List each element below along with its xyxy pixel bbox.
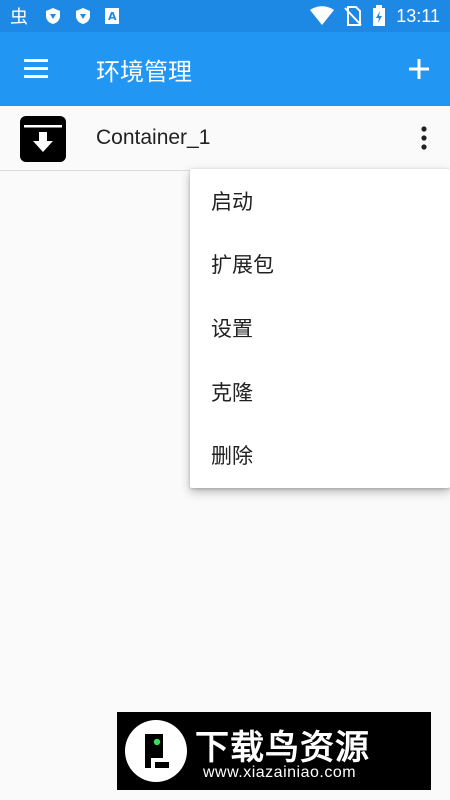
status-time: 13:11 [396,5,440,26]
watermark-banner: 下载鸟资源 www.xiazainiao.com [117,712,431,790]
bird-logo-icon [125,720,187,782]
menu-item-clone[interactable]: 克隆 [190,360,450,424]
wifi-icon [310,6,335,25]
archive-download-icon [20,116,66,162]
plus-icon [409,59,429,79]
add-container-button[interactable] [402,52,436,86]
bug-icon: 虫 [10,7,28,26]
status-left-icons: 虫 A [10,6,120,26]
status-bar: 虫 A 13:11 [0,0,450,32]
hamburger-menu-icon [24,59,48,78]
menu-button[interactable] [14,54,58,84]
watermark-title: 下载鸟资源 [195,728,370,768]
status-right-icons: 13:11 [310,5,440,27]
shield-icon [76,8,90,24]
battery-charging-icon [373,5,386,26]
shield-icon [46,8,60,24]
page-title: 环境管理 [96,58,192,86]
list-item-container[interactable]: Container_1 [0,106,450,171]
svg-text:虫: 虫 [10,7,28,26]
context-menu: 启动 扩展包 设置 克隆 删除 [190,169,450,488]
no-sim-icon [344,6,363,26]
menu-item-extensions[interactable]: 扩展包 [190,233,450,297]
more-options-button[interactable] [412,122,436,154]
menu-item-start[interactable]: 启动 [190,169,450,233]
svg-text:A: A [108,10,117,23]
menu-item-settings[interactable]: 设置 [190,296,450,360]
font-a-icon: A [105,8,119,24]
watermark-url: www.xiazainiao.com [203,764,357,781]
menu-item-delete[interactable]: 删除 [190,423,450,487]
container-name: Container_1 [96,126,211,149]
app-bar: 环境管理 [0,32,450,106]
more-vertical-icon [421,126,427,150]
